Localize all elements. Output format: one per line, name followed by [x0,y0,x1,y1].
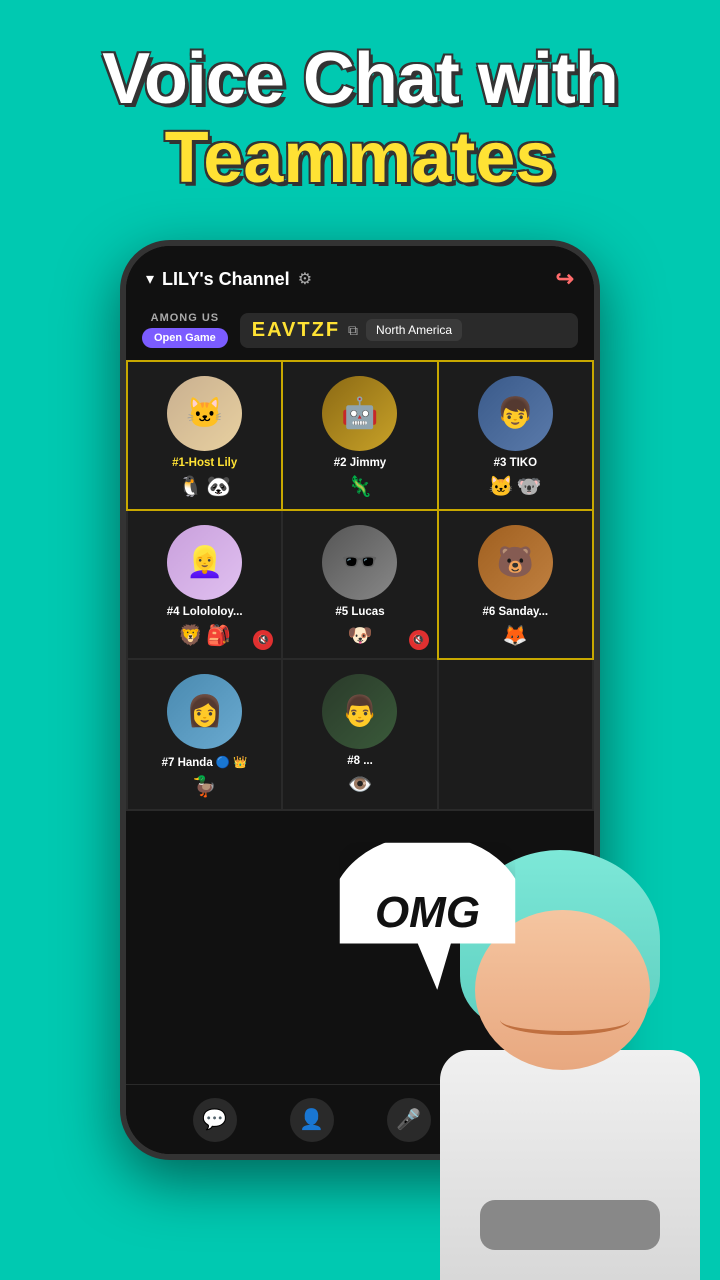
game-code: EAVTZF [252,319,340,342]
stickers-6: 🦊 [503,623,528,648]
avatar-sanday: 🐻 [478,525,553,600]
player-name-5: #5 Lucas [335,606,384,618]
player-cell-8[interactable]: 👨 #8 ... 👁️ [283,660,436,809]
stickers-5: 🐶 [348,623,373,648]
stickers-2: 🦎 [348,474,373,499]
add-friend-nav-icon[interactable]: 👤 [290,1098,334,1142]
game-code-section: EAVTZF ⧉ North America [240,313,578,348]
player-name-7: #7 Handa 🔵 👑 [162,755,248,769]
logout-icon[interactable]: ↪ [556,266,574,292]
player-name-8: #8 ... [347,755,373,767]
stickers-7: 🦆 [192,774,217,799]
avatar-tiko: 👦 [478,376,553,451]
game-logo-section: AMONG US Open Game [142,312,228,348]
stickers-3: 🐱🐨 [489,474,542,499]
header-line1: Voice Chat with [20,40,700,119]
player-name-4: #4 Lolololoy... [167,606,243,618]
mic-off-4: 🔇 [253,630,273,650]
chat-nav-icon[interactable]: 💬 [193,1098,237,1142]
game-info-row: AMONG US Open Game EAVTZF ⧉ North Americ… [126,304,594,360]
player-name-2: #2 Jimmy [334,457,386,469]
player-cell-7[interactable]: 👩 #7 Handa 🔵 👑 🦆 [128,660,281,809]
header-section: Voice Chat with Teammates [0,0,720,218]
copy-icon[interactable]: ⧉ [348,322,358,339]
open-game-button[interactable]: Open Game [142,328,228,348]
avatar-lily: 🐱 [167,376,242,451]
settings-icon[interactable]: ⚙ [298,269,312,289]
chevron-down-icon[interactable]: ▾ [146,269,154,289]
avatar-8: 👨 [322,674,397,749]
stickers-1: 🐧🐼 [178,474,231,499]
avatar-handa: 👩 [167,674,242,749]
avatar-lucas: 🕶️ [322,525,397,600]
player-name-1: #1-Host Lily [172,457,237,469]
stickers-8: 👁️ [348,772,373,797]
mic-off-5: 🔇 [409,630,429,650]
player-name-6: #6 Sanday... [483,606,549,618]
avatar-lolo: 👱‍♀️ [167,525,242,600]
mic-nav-icon[interactable]: 🎤 [387,1098,431,1142]
player-cell-5[interactable]: 🕶️ 🔇 #5 Lucas 🐶 [283,511,436,658]
channel-left: ▾ LILY's Channel ⚙ [146,269,312,290]
stickers-4: 🦁🎒 [178,623,231,648]
player-cell-6[interactable]: 🐻 #6 Sanday... 🦊 [439,511,592,658]
region-badge: North America [366,319,462,341]
avatar-jimmy: 🤖 [322,376,397,451]
players-grid: 🐱 #1-Host Lily 🐧🐼 🤖 #2 Jimmy 🦎 👦 #3 TIKO… [126,360,594,811]
player-cell-3[interactable]: 👦 #3 TIKO 🐱🐨 [439,362,592,509]
player-name-3: #3 TIKO [494,457,537,469]
channel-name: LILY's Channel [162,269,290,290]
header-line2: Teammates [20,119,700,198]
player-cell-2[interactable]: 🤖 #2 Jimmy 🦎 [283,362,436,509]
player-cell-1[interactable]: 🐱 #1-Host Lily 🐧🐼 [128,362,281,509]
player-cell-4[interactable]: 👱‍♀️ 🔇 #4 Lolololoy... 🦁🎒 [128,511,281,658]
channel-header: ▾ LILY's Channel ⚙ ↪ [126,246,594,304]
omg-text: OMG [375,888,480,938]
game-name-label: AMONG US [151,312,220,324]
player-cell-9 [439,660,592,809]
